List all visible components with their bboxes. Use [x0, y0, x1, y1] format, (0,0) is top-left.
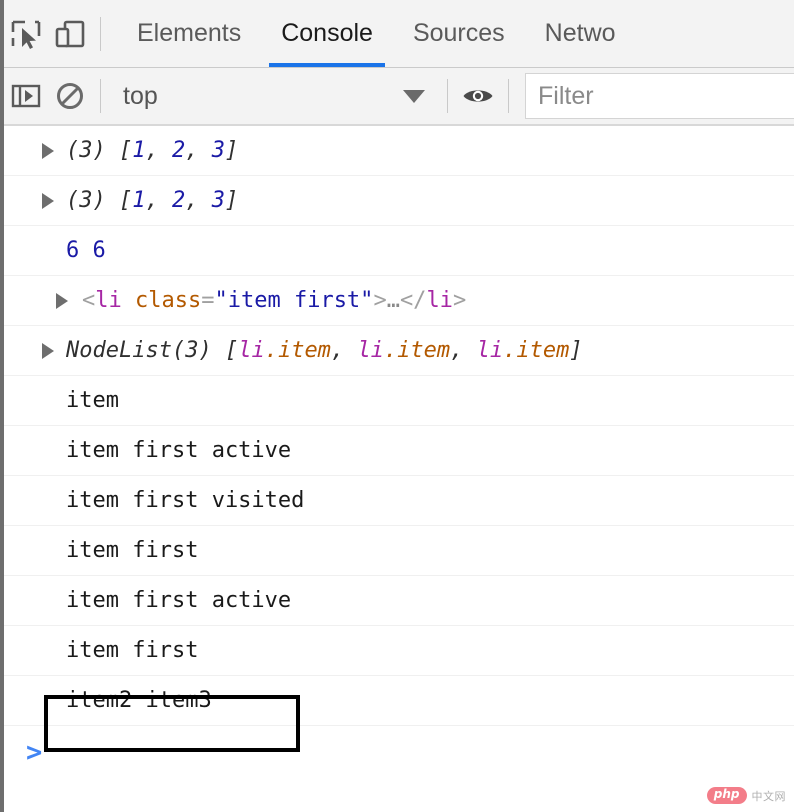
filter-placeholder: Filter	[538, 81, 594, 110]
attribute-value: "item first"	[214, 288, 374, 313]
nodelist-open-bracket: [	[211, 338, 239, 363]
devtools-panel: Elements Console Sources Netwo top Filte…	[0, 0, 794, 812]
nodelist-label: NodeList(3)	[66, 338, 212, 363]
console-row-text: item first	[4, 526, 794, 576]
array-count: (3)	[66, 138, 106, 163]
prompt-chevron-icon: >	[26, 736, 43, 768]
text-output: item first visited	[66, 488, 305, 513]
nodelist-separator: ,	[330, 338, 358, 363]
filterbar-divider-3	[508, 79, 509, 113]
watermark-badge: php	[706, 787, 747, 804]
tab-console[interactable]: Console	[261, 0, 393, 67]
console-row-element[interactable]: < li class = "item first" >… </li >	[4, 276, 794, 326]
tag-space	[122, 288, 135, 313]
console-sidebar-icon[interactable]	[4, 74, 48, 118]
nodelist-item-tag: li	[238, 338, 265, 363]
nodelist-item-tag: li	[476, 338, 504, 363]
console-row-array-1[interactable]: (3) [1, 2, 3]	[4, 126, 794, 176]
console-row-nodelist[interactable]: NodeList(3) [li .item, li .item, li .item]	[4, 326, 794, 376]
tab-sources[interactable]: Sources	[393, 0, 525, 67]
tag-open-bracket: <	[82, 288, 96, 313]
execution-context-select[interactable]: top	[109, 76, 439, 116]
text-output: item first active	[66, 588, 292, 613]
text-output: item first	[66, 538, 199, 563]
chevron-down-icon	[403, 89, 425, 103]
array-value: 1	[132, 138, 146, 163]
array-open-bracket: [	[105, 138, 133, 163]
array-value: 3	[211, 138, 225, 163]
text-output: item first	[66, 638, 199, 663]
nodelist-close-bracket: ]	[569, 338, 583, 363]
array-separator: ,	[145, 188, 172, 213]
array-separator: ,	[185, 138, 212, 163]
tag-close-bracket: >	[373, 288, 387, 313]
clear-console-icon[interactable]	[48, 74, 92, 118]
array-value: 3	[211, 188, 225, 213]
console-row-text: item first visited	[4, 476, 794, 526]
nodelist-item-class: .item	[264, 338, 331, 363]
console-row-text: item first	[4, 626, 794, 676]
console-row-numbers: 6 6	[4, 226, 794, 276]
console-message-list: (3) [1, 2, 3] (3) [1, 2, 3] 6 6 < li clas…	[4, 126, 794, 778]
console-row-array-2[interactable]: (3) [1, 2, 3]	[4, 176, 794, 226]
console-prompt[interactable]: >	[4, 726, 794, 778]
expand-triangle-icon[interactable]	[56, 292, 68, 309]
execution-context-value: top	[123, 81, 158, 110]
watermark-text: 中文网	[751, 789, 786, 803]
array-separator: ,	[185, 188, 212, 213]
closing-tag-name: li	[426, 288, 453, 313]
toolbar-divider	[100, 16, 101, 51]
expand-triangle-icon[interactable]	[42, 342, 54, 359]
array-value: 2	[172, 188, 186, 213]
watermark: php 中文网	[706, 787, 786, 804]
array-separator: ,	[145, 138, 172, 163]
array-count: (3)	[66, 188, 106, 213]
device-toolbar-icon[interactable]	[48, 12, 92, 56]
attribute-equals: =	[201, 288, 215, 313]
console-row-text-highlighted: item2 item3	[4, 676, 794, 726]
text-output: item2 item3	[66, 688, 212, 713]
array-close-bracket: ]	[225, 138, 239, 163]
console-row-text: item	[4, 376, 794, 426]
nodelist-item-tag: li	[357, 338, 384, 363]
filterbar-divider-1	[100, 79, 101, 113]
text-output: item first active	[66, 438, 292, 463]
console-row-text: item first active	[4, 576, 794, 626]
array-close-bracket: ]	[225, 188, 239, 213]
nodelist-item-class: .item	[383, 338, 451, 363]
tag-name: li	[95, 288, 122, 313]
expand-triangle-icon[interactable]	[42, 192, 54, 209]
attribute-name: class	[135, 288, 202, 313]
text-output: item	[66, 388, 119, 413]
tab-network[interactable]: Netwo	[525, 0, 636, 67]
collapsed-children-ellipsis[interactable]: …	[387, 288, 400, 313]
number-output: 6 6	[66, 238, 106, 263]
closing-tag-bracket: >	[452, 288, 467, 313]
nodelist-item-class: .item	[503, 338, 570, 363]
devtools-tabbar: Elements Console Sources Netwo	[4, 0, 794, 68]
tab-elements[interactable]: Elements	[117, 0, 261, 67]
closing-tag-open: </	[399, 288, 427, 313]
array-open-bracket: [	[105, 188, 133, 213]
expand-triangle-icon[interactable]	[42, 142, 54, 159]
console-row-text: item first active	[4, 426, 794, 476]
console-filter-bar: top Filter	[4, 68, 794, 126]
panel-tabs: Elements Console Sources Netwo	[117, 0, 794, 67]
filter-input[interactable]: Filter	[525, 73, 794, 119]
array-value: 1	[132, 188, 146, 213]
array-value: 2	[172, 138, 186, 163]
nodelist-separator: ,	[450, 338, 477, 363]
inspect-element-icon[interactable]	[4, 12, 48, 56]
live-expression-eye-icon[interactable]	[456, 74, 500, 118]
filterbar-divider-2	[447, 79, 448, 113]
